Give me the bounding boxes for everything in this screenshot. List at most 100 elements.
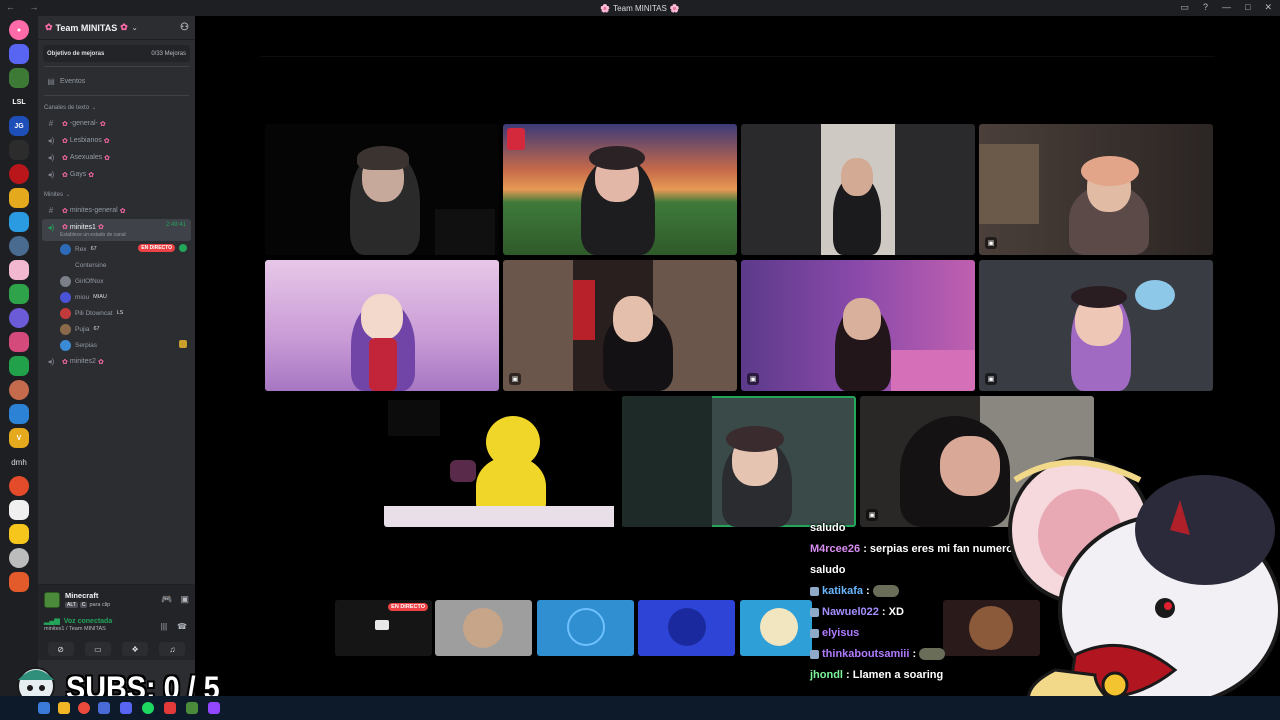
server-icon[interactable] [9,188,29,208]
video-tile[interactable]: ▣ [741,260,975,391]
inbox-icon[interactable]: ▭ [1180,2,1189,13]
screen-icon[interactable]: ▣ [180,594,189,605]
video-tile[interactable]: ▣ [503,260,737,391]
server-icon[interactable] [9,68,29,88]
server-icon[interactable]: JG [9,116,29,136]
minecraft-icon[interactable] [186,702,198,714]
voice-user[interactable]: Contersine [38,257,195,273]
flower-icon: ✿ [45,22,53,32]
chevron-down-icon: ⌄ [66,192,71,198]
voice-user[interactable]: Pujia 67 [38,321,195,337]
user-thumbnail[interactable] [537,600,634,656]
channel-status-prompt[interactable]: Establece un estado de canal [46,232,191,238]
chevron-down-icon: ⌄ [92,105,97,111]
server-icon[interactable]: ● [9,20,29,40]
server-icon[interactable] [9,548,29,568]
app-icon[interactable] [98,702,110,714]
server-icon[interactable] [9,524,29,544]
server-icon[interactable] [9,332,29,352]
nav-arrows[interactable]: ← → [6,2,45,12]
voice-user[interactable]: Rex 67 EN DIRECTO [38,241,195,257]
share-screen-button[interactable]: ▭ [84,642,111,656]
chrome-icon[interactable] [78,702,90,714]
server-icon[interactable] [9,164,29,184]
server-header[interactable]: ✿ Team MINITAS ✿ ⌄ ⚇ [38,16,195,40]
twitch-icon[interactable] [208,702,220,714]
voice-user[interactable]: miou MIAU [38,289,195,305]
boost-goal[interactable]: Objetivo de mejoras 0/33 Mejoras [43,45,190,62]
voice-connection-panel: ▂▄▆ Voz conectada minites1 / Team MINITAS… [38,614,195,638]
activities-button[interactable]: ❖ [122,642,149,656]
channel-item[interactable]: ◂) ✿ Asexuales ✿ [38,149,195,166]
minimize-button[interactable]: — [1222,2,1231,13]
server-icon[interactable]: V [9,428,29,448]
add-member-icon[interactable]: ⚇ [180,22,189,33]
server-icon[interactable] [9,572,29,592]
channel-item[interactable]: ◂) ✿ Gays ✿ [38,166,195,183]
video-tile[interactable] [741,124,975,255]
user-thumbnail[interactable] [740,600,812,656]
channel-minites1[interactable]: ◂) ✿ minites1 ✿ 2:49:41 Establece un est… [42,219,191,241]
voice-user-name: Pili Dtowncat [75,309,113,317]
help-icon[interactable]: ? [1203,2,1208,13]
voice-user[interactable]: Serpias [38,337,195,353]
folder-icon[interactable] [58,702,70,714]
chat-text: saludo [810,522,846,534]
gamepad-icon[interactable]: 🎮 [161,594,172,605]
server-text-icon[interactable]: dmh [6,452,32,472]
user-thumbnail[interactable] [638,600,735,656]
video-tile[interactable] [503,124,737,255]
user-tag: MIAU [93,294,107,300]
soundboard-button[interactable]: ♫ [159,642,186,656]
camera-off-button[interactable]: ⊘ [47,642,74,656]
minites-category[interactable]: Minites ⌄ [38,188,195,202]
stream-thumbnail[interactable]: EN DIRECTO [335,600,432,656]
obs-icon[interactable] [164,702,176,714]
server-icon[interactable] [9,236,29,256]
server-icon[interactable] [9,500,29,520]
voice-user[interactable]: Pili Dtowncat LS [38,305,195,321]
noise-suppression-icon[interactable]: ||| [161,622,167,631]
server-icon[interactable] [9,380,29,400]
server-icon[interactable] [9,284,29,304]
video-tile[interactable]: ▣ [979,124,1213,255]
text-channel-list: # ✿ -general- ✿ ◂) ✿ Lesbianos ✿ ◂) ✿ Asexuales ✿ ◂)… [38,115,195,183]
user-tag: LS [116,310,124,316]
text-category[interactable]: Canales de texto ⌄ [38,101,195,115]
voice-user[interactable]: GirlOfNox [38,273,195,289]
divider [44,66,189,67]
channel-label: -general- [69,120,98,127]
events-item[interactable]: ▤ Eventos [38,71,195,91]
server-icon[interactable] [9,140,29,160]
server-icon[interactable] [9,356,29,376]
channel-item[interactable]: # ✿ -general- ✿ [38,115,195,132]
video-tile[interactable] [265,124,499,255]
server-icon[interactable] [9,476,29,496]
server-icon[interactable] [9,212,29,232]
chat-username: M4rcee26 [810,543,861,555]
close-button[interactable]: ✕ [1264,2,1272,13]
server-icon[interactable] [9,404,29,424]
mascot-mouse-overlay [1008,456,1280,717]
user-thumbnail[interactable] [435,600,532,656]
channel-label: minites2 [69,358,96,365]
channel-item[interactable]: ◂) ✿ Lesbianos ✿ [38,132,195,149]
video-tile[interactable] [265,260,499,391]
search-icon[interactable] [38,702,50,714]
server-icon[interactable] [9,44,29,64]
channel-minites2[interactable]: ◂) ✿ minites2 ✿ [38,353,195,370]
activity-panel: Minecraft ALT Cpara clip 🎮 ▣ [38,584,195,614]
server-icon[interactable]: LSL [9,92,29,112]
channel-minites-general[interactable]: # ✿ minites-general ✿ [38,202,195,219]
maximize-button[interactable]: □ [1245,2,1250,13]
video-tile[interactable] [384,396,618,527]
server-icon[interactable] [9,308,29,328]
video-tile[interactable]: ▣ [979,260,1213,391]
game-name: Minecraft [65,591,99,600]
events-label: Eventos [60,77,86,85]
server-icon[interactable] [9,260,29,280]
video-tile-speaking[interactable] [622,396,856,527]
spotify-icon[interactable] [142,702,154,714]
disconnect-icon[interactable]: ☎ [177,622,187,631]
discord-icon[interactable] [120,702,132,714]
